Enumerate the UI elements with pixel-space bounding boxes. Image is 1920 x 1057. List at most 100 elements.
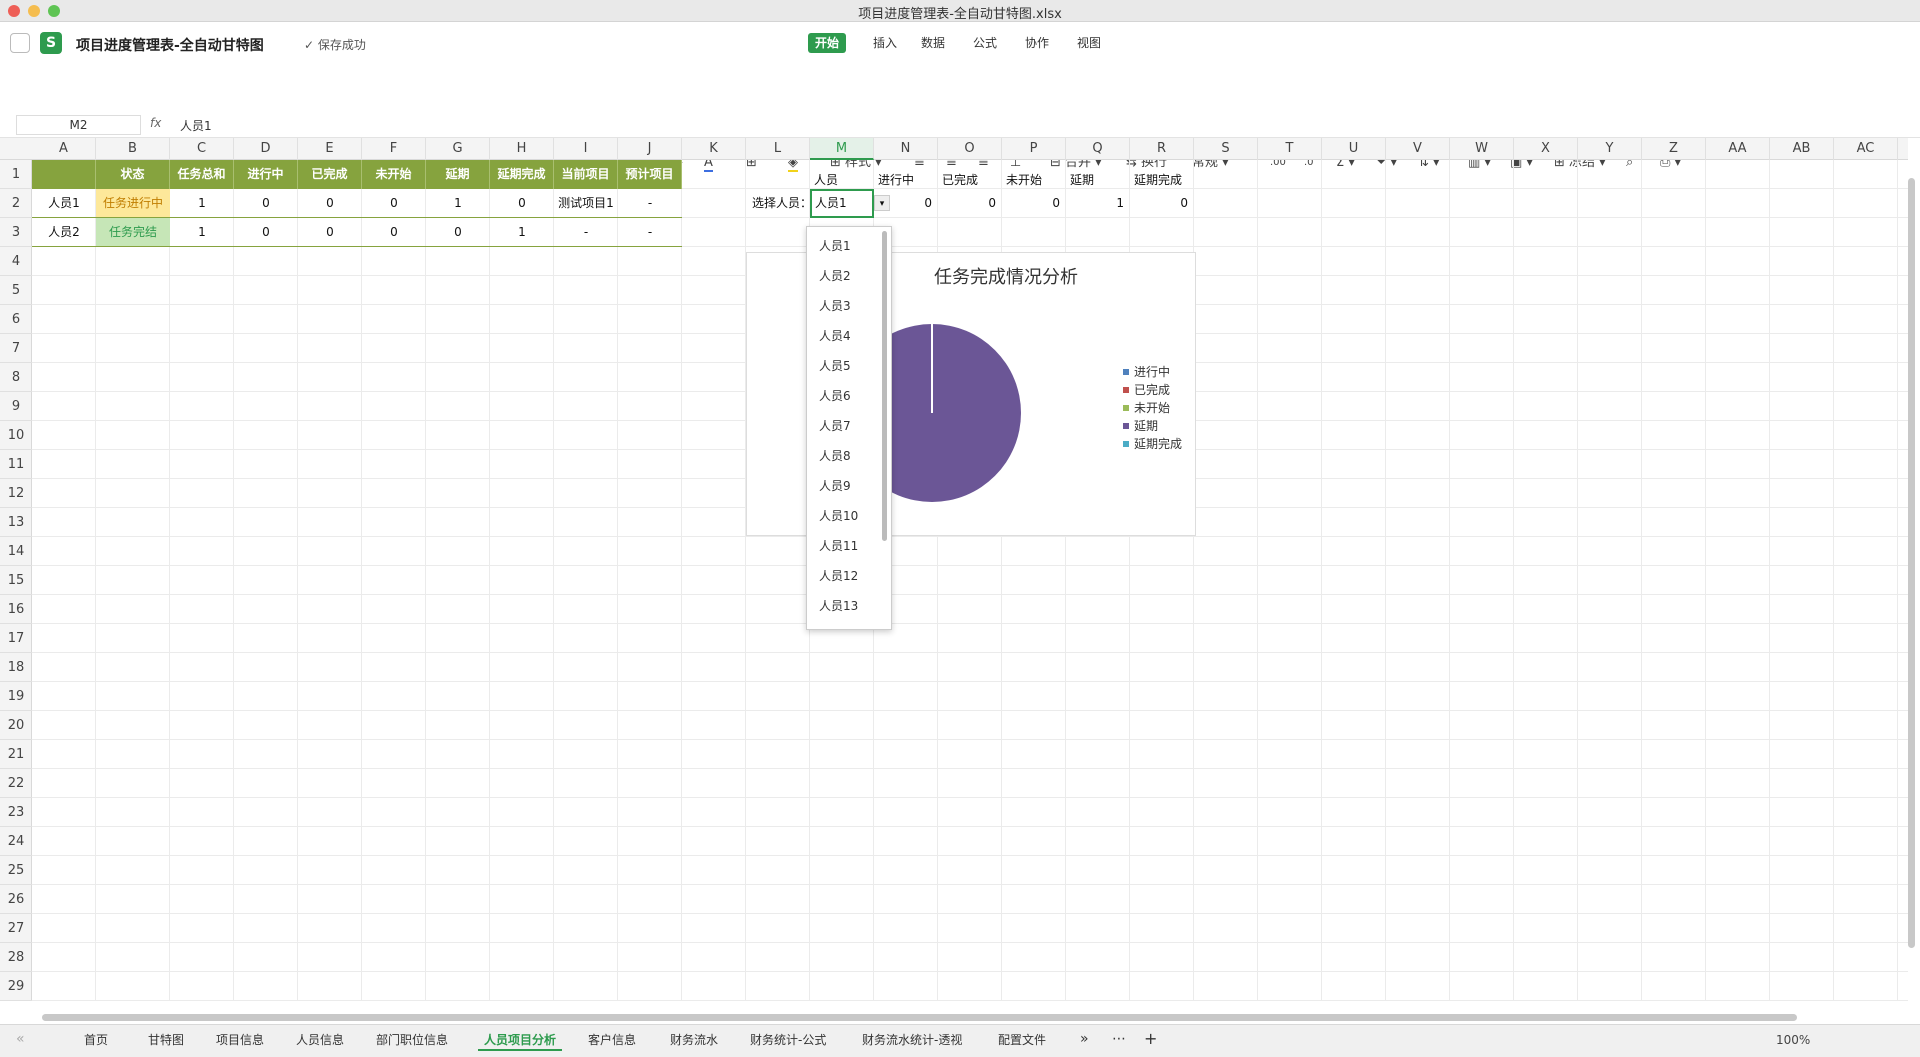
column-header-M[interactable]: M <box>810 138 874 160</box>
dropdown-item[interactable]: 人员10 <box>819 507 858 524</box>
sheet-tab[interactable]: 客户信息 <box>582 1029 642 1051</box>
column-header-Z[interactable]: Z <box>1642 138 1706 160</box>
column-header-X[interactable]: X <box>1514 138 1578 160</box>
sheet-tab[interactable]: 部门职位信息 <box>370 1029 454 1051</box>
column-header-W[interactable]: W <box>1450 138 1514 160</box>
menu-tab-1[interactable]: 插入 <box>866 33 904 53</box>
row-header-14[interactable]: 14 <box>0 537 32 566</box>
row-header-3[interactable]: 3 <box>0 218 32 247</box>
table-cell[interactable]: 1 <box>490 218 554 247</box>
person-select-cell[interactable]: 人员1 <box>810 189 874 218</box>
sheet-tab[interactable]: 人员项目分析 <box>478 1029 563 1051</box>
column-header-AC[interactable]: AC <box>1834 138 1898 160</box>
row-header-26[interactable]: 26 <box>0 885 32 914</box>
row-header-24[interactable]: 24 <box>0 827 32 856</box>
sheet-tab[interactable]: 配置文件 <box>992 1029 1052 1051</box>
dropdown-item[interactable]: 人员5 <box>819 357 851 374</box>
table-cell[interactable]: 1 <box>170 218 234 247</box>
table-cell[interactable]: 0 <box>426 218 490 247</box>
column-header-G[interactable]: G <box>426 138 490 160</box>
row-header-4[interactable]: 4 <box>0 247 32 276</box>
horizontal-scrollbar[interactable] <box>42 1014 1797 1021</box>
dropdown-item[interactable]: 人员12 <box>819 567 858 584</box>
name-box[interactable]: M2 <box>16 115 141 135</box>
more-sheets-icon[interactable]: » <box>1080 1031 1089 1047</box>
column-header-E[interactable]: E <box>298 138 362 160</box>
column-header-B[interactable]: B <box>96 138 170 160</box>
menu-tab-2[interactable]: 数据 <box>914 33 952 53</box>
dropdown-item[interactable]: 人员3 <box>819 297 851 314</box>
column-header-V[interactable]: V <box>1386 138 1450 160</box>
table-cell[interactable]: 1 <box>170 189 234 218</box>
table-cell[interactable]: 任务完结 <box>96 218 170 247</box>
column-header-J[interactable]: J <box>618 138 682 160</box>
column-header-U[interactable]: U <box>1322 138 1386 160</box>
row-header-25[interactable]: 25 <box>0 856 32 885</box>
row-header-13[interactable]: 13 <box>0 508 32 537</box>
column-header-H[interactable]: H <box>490 138 554 160</box>
table-cell[interactable]: 0 <box>298 218 362 247</box>
table-cell[interactable]: 0 <box>298 189 362 218</box>
sheet-tab[interactable]: 财务流水统计-透视 <box>856 1029 968 1051</box>
column-header-C[interactable]: C <box>170 138 234 160</box>
row-header-7[interactable]: 7 <box>0 334 32 363</box>
column-header-Q[interactable]: Q <box>1066 138 1130 160</box>
prev-sheet-icon[interactable]: « <box>16 1031 25 1047</box>
sheet-menu-icon[interactable]: ⋯ <box>1112 1031 1126 1047</box>
row-header-20[interactable]: 20 <box>0 711 32 740</box>
column-header-N[interactable]: N <box>874 138 938 160</box>
table-cell[interactable]: - <box>618 218 682 247</box>
table-cell[interactable]: 人员1 <box>32 189 96 218</box>
table-cell[interactable]: 人员2 <box>32 218 96 247</box>
dropdown-item[interactable]: 人员9 <box>819 477 851 494</box>
column-header-AA[interactable]: AA <box>1706 138 1770 160</box>
column-header-AB[interactable]: AB <box>1770 138 1834 160</box>
formula-input[interactable]: 人员1 <box>180 117 212 134</box>
sheet-tab[interactable]: 首页 <box>78 1029 114 1051</box>
column-header-F[interactable]: F <box>362 138 426 160</box>
add-sheet-icon[interactable]: + <box>1144 1029 1157 1048</box>
dropdown-item[interactable]: 人员1 <box>819 237 851 254</box>
zoom-level[interactable]: 100% <box>1776 1033 1810 1047</box>
row-header-18[interactable]: 18 <box>0 653 32 682</box>
sheet-tab[interactable]: 项目信息 <box>210 1029 270 1051</box>
row-header-1[interactable]: 1 <box>0 160 32 189</box>
row-header-11[interactable]: 11 <box>0 450 32 479</box>
row-header-9[interactable]: 9 <box>0 392 32 421</box>
dropdown-scrollbar[interactable] <box>882 231 887 541</box>
sheet-tab[interactable]: 人员信息 <box>290 1029 350 1051</box>
row-header-29[interactable]: 29 <box>0 972 32 1001</box>
row-header-27[interactable]: 27 <box>0 914 32 943</box>
row-header-19[interactable]: 19 <box>0 682 32 711</box>
person-dropdown[interactable]: 人员1 人员2 人员3 人员4 人员5 人员6 人员7 人员8 人员9 人员10 人员11 人员12 人… <box>806 226 892 630</box>
dropdown-item[interactable]: 人员11 <box>819 537 858 554</box>
row-header-2[interactable]: 2 <box>0 189 32 218</box>
table-cell[interactable]: 1 <box>426 189 490 218</box>
table-cell[interactable]: 0 <box>362 218 426 247</box>
column-header-R[interactable]: R <box>1130 138 1194 160</box>
dropdown-item[interactable]: 人员4 <box>819 327 851 344</box>
row-header-6[interactable]: 6 <box>0 305 32 334</box>
column-header-P[interactable]: P <box>1002 138 1066 160</box>
column-header-S[interactable]: S <box>1194 138 1258 160</box>
column-header-D[interactable]: D <box>234 138 298 160</box>
column-header-A[interactable]: A <box>32 138 96 160</box>
column-header-O[interactable]: O <box>938 138 1002 160</box>
row-header-12[interactable]: 12 <box>0 479 32 508</box>
dropdown-item[interactable]: 人员6 <box>819 387 851 404</box>
row-header-5[interactable]: 5 <box>0 276 32 305</box>
table-cell[interactable]: 0 <box>490 189 554 218</box>
row-header-10[interactable]: 10 <box>0 421 32 450</box>
table-cell[interactable]: 0 <box>234 218 298 247</box>
row-header-28[interactable]: 28 <box>0 943 32 972</box>
column-header-L[interactable]: L <box>746 138 810 160</box>
dropdown-item[interactable]: 人员13 <box>819 597 858 614</box>
menu-tab-5[interactable]: 视图 <box>1070 33 1108 53</box>
dropdown-item[interactable]: 人员7 <box>819 417 851 434</box>
sheet-tab[interactable]: 财务流水 <box>664 1029 724 1051</box>
menu-tab-0[interactable]: 开始 <box>808 33 847 53</box>
table-cell[interactable]: - <box>554 218 618 247</box>
row-header-17[interactable]: 17 <box>0 624 32 653</box>
row-header-15[interactable]: 15 <box>0 566 32 595</box>
table-cell[interactable]: 0 <box>234 189 298 218</box>
